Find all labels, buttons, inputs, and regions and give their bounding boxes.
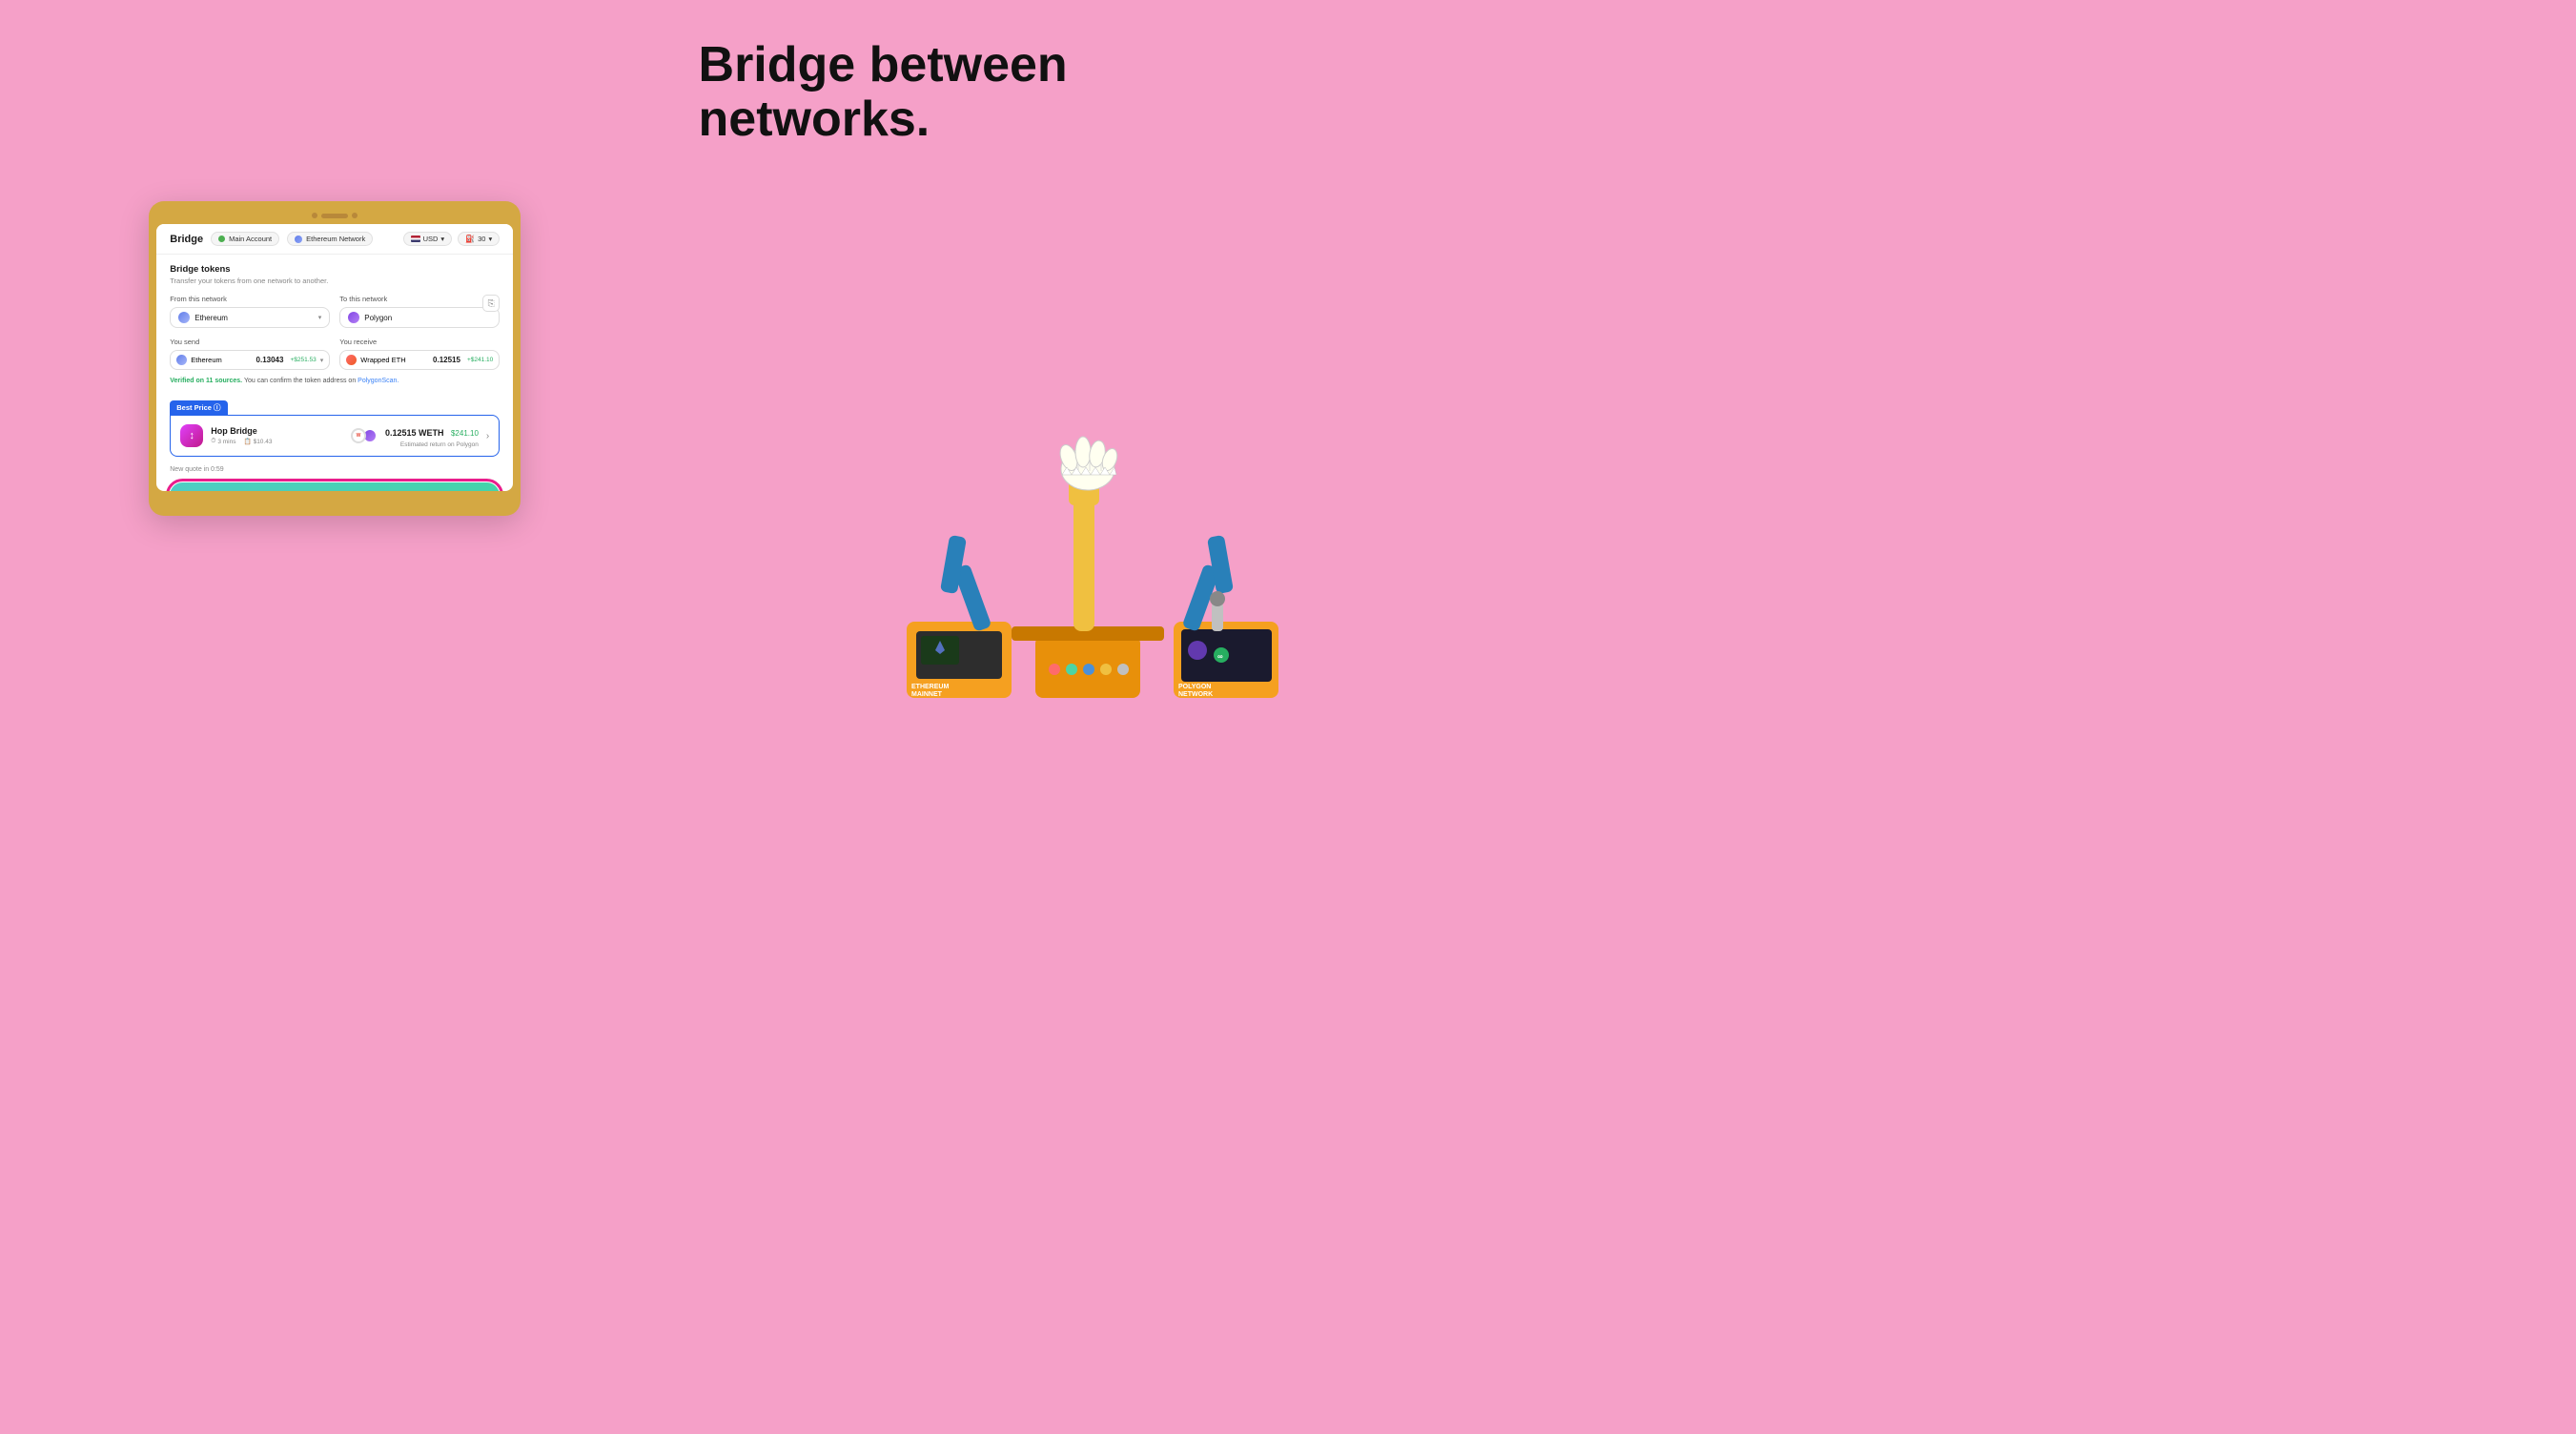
verified-text: Verified on 11 sources. You can confirm … <box>170 378 500 384</box>
bridge-name: Hop Bridge <box>211 426 343 436</box>
token-stack-weth: W <box>351 428 366 443</box>
bridge-sub-text: Estimated return on Polygon <box>385 441 479 448</box>
svg-text:ETHEREUM: ETHEREUM <box>911 684 949 690</box>
header-left: Bridge Main Account Ethereum Network <box>170 232 373 246</box>
right-panel: Bridge between networks. ETHEREUM MAINNE… <box>670 0 1288 717</box>
account-status-dot <box>218 236 225 242</box>
send-token-name: Ethereum <box>191 356 222 364</box>
flag-icon <box>411 236 420 242</box>
bridge-info: Hop Bridge ⏱ 3 mins 📋 $10.43 <box>211 426 343 445</box>
to-network-select[interactable]: Polygon <box>339 307 500 328</box>
gas-chevron: ▾ <box>488 235 492 243</box>
from-network-select[interactable]: Ethereum ▾ <box>170 307 330 328</box>
app-content: Bridge tokens Transfer your tokens from … <box>156 255 513 491</box>
bridge-time-value: 3 mins <box>217 439 235 445</box>
expand-bridge-icon[interactable]: › <box>486 431 489 441</box>
bridge-fee-value: $10.43 <box>254 439 273 445</box>
laptop-notch-bar <box>156 209 513 224</box>
currency-chevron: ▾ <box>440 235 444 243</box>
network-fields-row: From this network Ethereum ▾ To this net… <box>170 295 500 328</box>
bridge-meta: ⏱ 3 mins 📋 $10.43 <box>211 438 343 445</box>
from-network-group: From this network Ethereum ▾ <box>170 295 330 328</box>
you-send-select[interactable]: Ethereum 0.13043 +$251.53 ▾ <box>170 350 330 370</box>
app-header: Bridge Main Account Ethereum Network USD <box>156 224 513 255</box>
section-subtitle: Transfer your tokens from one network to… <box>170 277 500 285</box>
gas-icon: ⛽ <box>465 235 475 243</box>
polygon-icon <box>348 312 359 323</box>
svg-text:POLYGON: POLYGON <box>1178 684 1211 690</box>
receive-token-name: Wrapped ETH <box>360 356 405 364</box>
bridge-usd-amount: $241.10 <box>451 429 479 438</box>
you-receive-label: You receive <box>339 338 500 346</box>
send-receive-row: You send Ethereum 0.13043 +$251.53 ▾ You… <box>170 338 500 370</box>
account-pill[interactable]: Main Account <box>211 232 279 246</box>
section-title: Bridge tokens <box>170 264 500 275</box>
from-network-label: From this network <box>170 295 330 303</box>
laptop-mockup: Bridge Main Account Ethereum Network USD <box>149 201 521 516</box>
receive-token-icon <box>346 355 357 365</box>
laptop-dot <box>312 213 317 218</box>
bridge-amount-group: 0.12515 WETH $241.10 Estimated return on… <box>385 423 479 448</box>
page-title: Bridge <box>170 234 203 245</box>
account-label: Main Account <box>229 235 272 243</box>
laptop-screen: Bridge Main Account Ethereum Network USD <box>156 224 513 491</box>
you-send-label: You send <box>170 338 330 346</box>
you-receive-field: You receive Wrapped ETH 0.12515 +$241.10 <box>339 338 500 370</box>
svg-text:NETWORK: NETWORK <box>1178 691 1213 698</box>
hero-title: Bridge between networks. <box>699 38 1250 147</box>
hero-title-line2: networks. <box>699 92 930 147</box>
to-network-group: To this network Polygon <box>339 295 500 328</box>
best-price-section: Best Price ⓘ ↕ Hop Bridge ⏱ 3 mins <box>170 398 500 457</box>
clock-icon: ⏱ <box>211 438 215 445</box>
you-send-field: You send Ethereum 0.13043 +$251.53 ▾ <box>170 338 330 370</box>
best-price-badge: Best Price ⓘ <box>170 400 227 415</box>
send-usd: +$251.53 <box>290 357 316 363</box>
svg-text:MAINNET: MAINNET <box>911 691 943 698</box>
send-chevron-icon: ▾ <box>320 357 324 364</box>
bridge-fee: 📋 $10.43 <box>243 438 272 445</box>
to-network-value: Polygon <box>364 314 392 322</box>
network-label: Ethereum Network <box>306 235 365 243</box>
laptop-dot-2 <box>352 213 358 218</box>
receive-amount: 0.12515 <box>410 356 460 364</box>
illustration: ETHEREUM MAINNET POLYGON NETWORK <box>888 421 1288 717</box>
submit-transaction-button[interactable]: Submit transaction <box>170 482 500 491</box>
currency-button[interactable]: USD ▾ <box>403 232 453 246</box>
header-right: USD ▾ ⛽ 30 ▾ <box>403 232 501 246</box>
svg-text:∞: ∞ <box>1217 652 1223 661</box>
send-token-icon <box>176 355 187 365</box>
gas-value: 30 <box>478 235 485 243</box>
to-network-label: To this network <box>339 295 500 303</box>
currency-label: USD <box>423 235 439 243</box>
polygon-scan-link[interactable]: PolygonScan. <box>358 378 399 384</box>
receive-usd: +$241.10 <box>467 357 493 363</box>
verified-sub: You can confirm the token address on <box>244 378 358 384</box>
send-amount: 0.13043 <box>226 356 284 364</box>
new-quote-text: New quote in 0:59 <box>170 466 500 473</box>
from-chevron-icon: ▾ <box>318 314 322 321</box>
fee-icon: 📋 <box>243 438 251 445</box>
from-network-value: Ethereum <box>194 314 228 322</box>
token-stack: W <box>351 428 378 443</box>
gas-button[interactable]: ⛽ 30 ▾ <box>458 232 500 246</box>
network-pill[interactable]: Ethereum Network <box>287 232 373 246</box>
eth-network-icon <box>295 236 302 243</box>
laptop-notch <box>321 214 348 218</box>
hero-title-line1: Bridge between <box>699 37 1068 92</box>
you-receive-select[interactable]: Wrapped ETH 0.12515 +$241.10 <box>339 350 500 370</box>
ethereum-icon <box>178 312 190 323</box>
bridge-card[interactable]: ↕ Hop Bridge ⏱ 3 mins 📋 $10.43 <box>170 415 500 457</box>
copy-button[interactable]: ⎘ <box>482 295 500 312</box>
bridge-weth-amount: 0.12515 WETH <box>385 428 444 438</box>
verified-strong: Verified on 11 sources. <box>170 378 242 384</box>
left-panel: Bridge Main Account Ethereum Network USD <box>0 0 670 717</box>
bridge-time: ⏱ 3 mins <box>211 438 235 445</box>
hop-bridge-icon: ↕ <box>180 424 203 447</box>
bridge-amount-row: 0.12515 WETH $241.10 <box>385 423 479 440</box>
